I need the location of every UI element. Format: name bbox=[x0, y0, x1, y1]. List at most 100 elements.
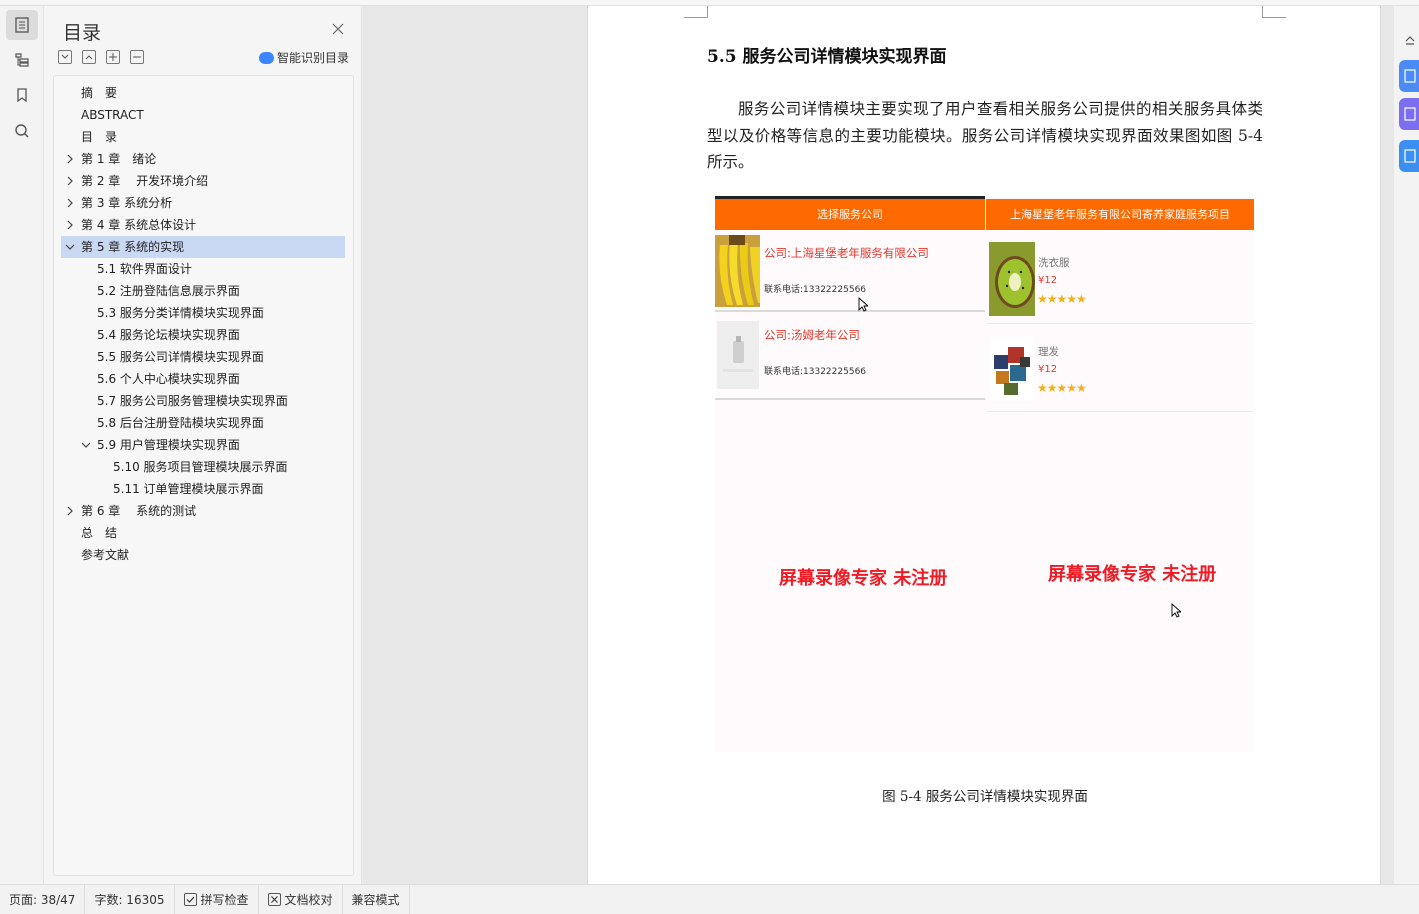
expand-all-icon[interactable] bbox=[58, 50, 72, 64]
collapse-all-icon[interactable] bbox=[82, 50, 96, 64]
toc-item-label: 参考文献 bbox=[81, 548, 130, 562]
toc-item[interactable]: 5.9 用户管理模块实现界面 bbox=[61, 434, 345, 456]
word-count[interactable]: 字数: 16305 bbox=[85, 884, 175, 914]
navigation-pane-icon[interactable] bbox=[6, 44, 38, 74]
toc-item[interactable]: 参考文献 bbox=[61, 544, 345, 566]
toc-item[interactable]: 5.3 服务分类详情模块实现界面 bbox=[61, 302, 345, 324]
search-icon[interactable] bbox=[6, 116, 38, 146]
toc-item[interactable]: ABSTRACT bbox=[61, 104, 345, 126]
toc-item[interactable]: 目 录 bbox=[61, 126, 345, 148]
chevron-right-icon[interactable] bbox=[65, 198, 75, 208]
body-paragraph: 服务公司详情模块主要实现了用户查看相关服务公司提供的相关服务具体类型以及价格等信… bbox=[707, 100, 1263, 171]
toc-item-label: 5.4 服务论坛模块实现界面 bbox=[97, 328, 240, 342]
toc-item-label: 第 6 章 系统的测试 bbox=[81, 504, 197, 518]
chevron-right-icon[interactable] bbox=[65, 506, 75, 516]
company-phone: 联系电话:13322225566 bbox=[764, 285, 867, 295]
toc-item[interactable]: 5.1 软件界面设计 bbox=[61, 258, 345, 280]
toc-item[interactable]: 第 1 章 绪论 bbox=[61, 148, 345, 170]
toc-item-label: 5.2 注册登陆信息展示界面 bbox=[97, 284, 240, 298]
remove-heading-icon[interactable] bbox=[130, 50, 144, 64]
toc-item[interactable]: 第 3 章 系统分析 bbox=[61, 192, 345, 214]
section-heading: 5.5 服务公司详情模块实现界面 bbox=[707, 47, 947, 67]
toc-item-label: 第 4 章 系统总体设计 bbox=[81, 218, 197, 232]
rating-stars: ★★★★★ bbox=[1037, 381, 1087, 395]
spell-check-label: 拼写检查 bbox=[200, 892, 249, 907]
kiwi-image bbox=[989, 242, 1035, 316]
toc-item[interactable]: 5.2 注册登陆信息展示界面 bbox=[61, 280, 345, 302]
toc-item[interactable]: 第 6 章 系统的测试 bbox=[61, 500, 345, 522]
close-icon[interactable] bbox=[331, 22, 345, 36]
rating-stars: ★★★★★ bbox=[1037, 292, 1087, 306]
toc-item-label: 5.8 后台注册登陆模块实现界面 bbox=[97, 416, 264, 430]
company-list-column: 选择服务公司 公司:上海星堡老年服务有限公司 联系电话:13322225566 bbox=[715, 196, 985, 752]
toc-item[interactable]: 第 2 章 开发环境介绍 bbox=[61, 170, 345, 192]
toc-item-label: 目 录 bbox=[81, 130, 118, 144]
toc-item-label: 总 结 bbox=[81, 526, 118, 540]
watermark-text: 屏幕录像专家 未注册 bbox=[1048, 564, 1217, 585]
company-phone: 联系电话:13322225566 bbox=[764, 367, 867, 377]
toc-item[interactable]: 5.10 服务项目管理模块展示界面 bbox=[61, 456, 345, 478]
toc-item-label: 5.9 用户管理模块实现界面 bbox=[97, 438, 240, 452]
company-list-header: 选择服务公司 bbox=[715, 199, 985, 230]
doc-tool-icon[interactable] bbox=[1399, 60, 1419, 92]
mouse-cursor-icon bbox=[858, 297, 868, 312]
toc-item[interactable]: 第 4 章 系统总体设计 bbox=[61, 214, 345, 236]
margin-mark bbox=[684, 6, 708, 18]
toc-panel-icon[interactable] bbox=[6, 10, 38, 40]
service-list-column: 上海星堡老年服务有限公司寄养家庭服务项目 洗衣服 ¥12 ★★★★★ 理发 ¥1… bbox=[986, 196, 1254, 752]
figure-caption: 图 5-4 服务公司详情模块实现界面 bbox=[882, 789, 1088, 805]
chevron-right-icon[interactable] bbox=[65, 220, 75, 230]
toc-item[interactable]: 摘 要 bbox=[61, 82, 345, 104]
toc-item-label: 5.3 服务分类详情模块实现界面 bbox=[97, 306, 264, 320]
toc-item-label: 5.5 服务公司详情模块实现界面 bbox=[97, 350, 264, 364]
spell-check-button[interactable]: 拼写检查 bbox=[175, 884, 259, 914]
toc-item[interactable]: 5.11 订单管理模块展示界面 bbox=[61, 478, 345, 500]
toc-panel: 目录 智能识别目录 摘 要 ABSTRACT 目 录 第 1 章 绪论 第 2 … bbox=[44, 6, 362, 884]
toc-toolbar bbox=[58, 50, 144, 64]
toc-item[interactable]: 5.5 服务公司详情模块实现界面 bbox=[61, 346, 345, 368]
review-tool-icon[interactable] bbox=[1399, 98, 1419, 130]
chevron-right-icon[interactable] bbox=[65, 176, 75, 186]
toc-item[interactable]: 5.6 个人中心模块实现界面 bbox=[61, 368, 345, 390]
toc-item-selected[interactable]: 第 5 章 系统的实现 bbox=[61, 236, 345, 258]
proofread-button[interactable]: 文档校对 bbox=[259, 884, 343, 914]
toc-item-label: 5.11 订单管理模块展示界面 bbox=[113, 482, 264, 496]
margin-mark bbox=[1262, 6, 1286, 18]
smart-toc-button[interactable]: 智能识别目录 bbox=[258, 49, 349, 66]
bookmark-icon[interactable] bbox=[6, 80, 38, 110]
chevron-down-icon[interactable] bbox=[81, 440, 91, 450]
toc-item-label: 摘 要 bbox=[81, 86, 118, 100]
toc-item[interactable]: 5.7 服务公司服务管理模块实现界面 bbox=[61, 390, 345, 412]
company-card: 公司:上海星堡老年服务有限公司 联系电话:13322225566 bbox=[715, 230, 985, 312]
proofread-icon bbox=[267, 893, 281, 906]
banana-image bbox=[715, 235, 760, 307]
toc-item-label: 5.7 服务公司服务管理模块实现界面 bbox=[97, 394, 288, 408]
service-card: 洗衣服 ¥12 ★★★★★ bbox=[986, 230, 1254, 324]
chevron-right-icon[interactable] bbox=[65, 154, 75, 164]
service-name: 理发 bbox=[1038, 346, 1059, 358]
toc-item[interactable]: 5.4 服务论坛模块实现界面 bbox=[61, 324, 345, 346]
add-heading-icon[interactable] bbox=[106, 50, 120, 64]
toc-list: 摘 要 ABSTRACT 目 录 第 1 章 绪论 第 2 章 开发环境介绍 第… bbox=[53, 75, 354, 876]
toc-item-label: 5.10 服务项目管理模块展示界面 bbox=[113, 460, 288, 474]
chevron-down-icon[interactable] bbox=[65, 242, 75, 252]
toc-item[interactable]: 5.8 后台注册登陆模块实现界面 bbox=[61, 412, 345, 434]
figure-screenshot: 选择服务公司 公司:上海星堡老年服务有限公司 联系电话:13322225566 bbox=[715, 196, 1254, 752]
word-count-label: 字数: 16305 bbox=[94, 892, 165, 907]
compat-mode-label: 兼容模式 bbox=[351, 892, 400, 907]
toc-title: 目录 bbox=[63, 22, 102, 44]
ai-cloud-icon bbox=[258, 51, 274, 64]
page-count: 页面: 38/47 bbox=[9, 892, 76, 907]
scroll-up-icon[interactable] bbox=[1399, 24, 1419, 56]
service-list-header: 上海星堡老年服务有限公司寄养家庭服务项目 bbox=[986, 199, 1254, 230]
page-indicator[interactable]: 页面: 38/47 bbox=[0, 884, 86, 914]
document-page[interactable]: 5.5 服务公司详情模块实现界面 服务公司详情模块主要实现了用户查看相关服务公司… bbox=[587, 6, 1381, 884]
toc-item[interactable]: 总 结 bbox=[61, 522, 345, 544]
service-name: 洗衣服 bbox=[1038, 257, 1070, 269]
left-tool-rail bbox=[0, 6, 44, 884]
cubes-image bbox=[990, 337, 1034, 401]
edit-tool-icon[interactable] bbox=[1399, 140, 1419, 172]
bottle-image bbox=[717, 321, 759, 389]
service-price: ¥12 bbox=[1038, 364, 1058, 375]
watermark-text: 屏幕录像专家 未注册 bbox=[779, 568, 948, 589]
